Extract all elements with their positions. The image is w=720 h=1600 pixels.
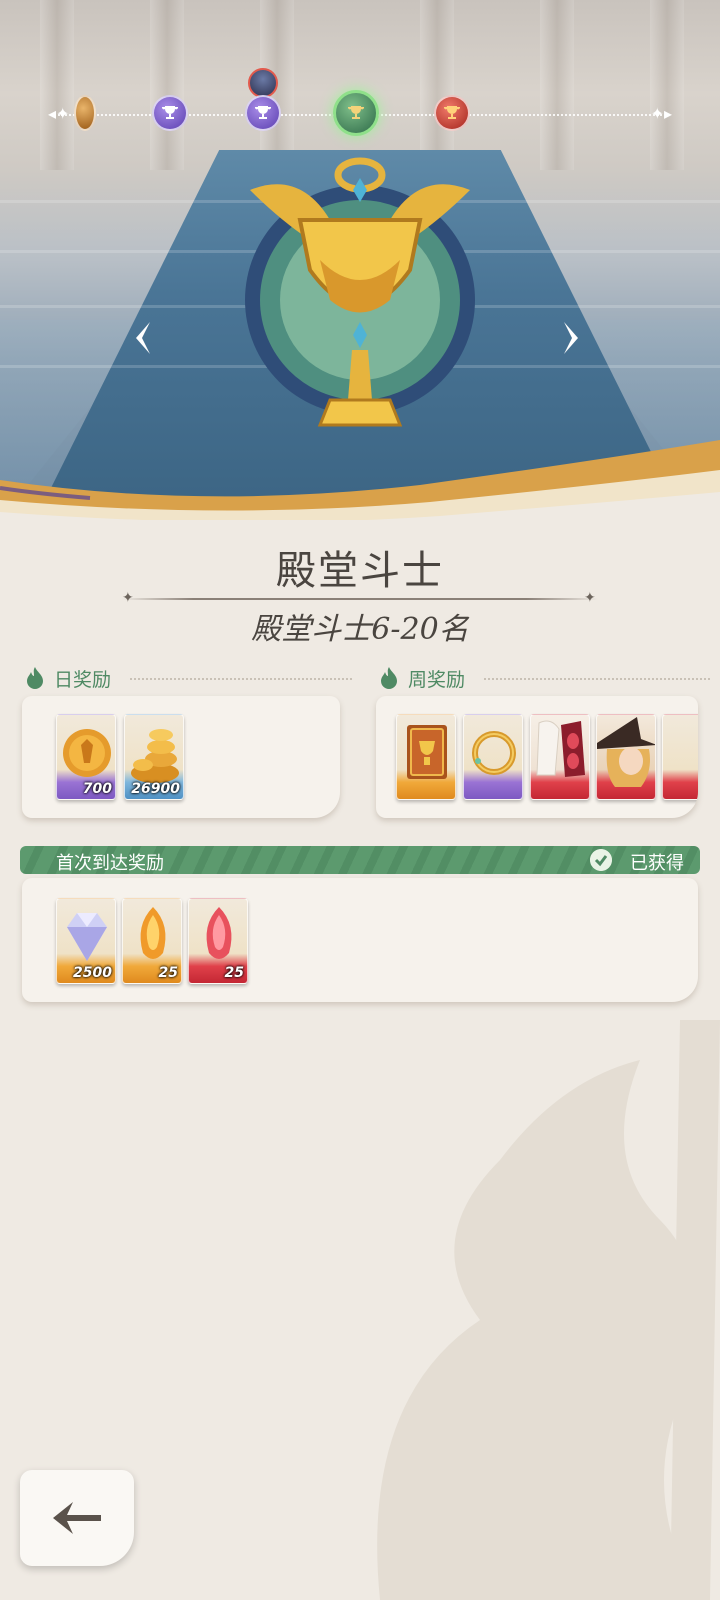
- golden-ring-icon: [472, 731, 516, 775]
- back-button[interactable]: [20, 1470, 134, 1566]
- track-right-end-icon: ✦▸: [650, 104, 672, 123]
- daily-reward-card: 700 26900: [22, 696, 340, 818]
- reward-item-weekly-5-partial[interactable]: [662, 714, 698, 800]
- reward-item-first-2[interactable]: 25: [122, 898, 182, 984]
- title-divider: [122, 598, 598, 600]
- reward-item-weekly-3[interactable]: [530, 714, 590, 800]
- prev-rank-arrow-icon[interactable]: [128, 318, 158, 358]
- reward-item-weekly-1[interactable]: [396, 714, 456, 800]
- first-reach-label: 首次到达奖励: [56, 853, 164, 874]
- rank-trophy-emblem: [245, 157, 475, 427]
- rank-node-purple-2[interactable]: [245, 95, 281, 131]
- reward-qty: 2500: [73, 965, 112, 981]
- trophy-icon: [255, 106, 271, 119]
- player-avatar: [248, 68, 278, 98]
- weekly-reward-header: 周奖励: [378, 664, 465, 692]
- trophy-book-icon: [407, 725, 447, 779]
- daily-reward-label: 日奖励: [54, 668, 112, 691]
- reward-qty: 25: [158, 965, 178, 981]
- reward-item-first-1[interactable]: 2500: [56, 898, 116, 984]
- weekly-reward-card[interactable]: [376, 696, 698, 818]
- reward-qty: 25: [224, 965, 244, 981]
- first-reach-card: 2500 25 25: [22, 878, 698, 1002]
- weekly-reward-label: 周奖励: [408, 668, 466, 691]
- trophy-icon: [348, 106, 364, 119]
- reward-item-first-3[interactable]: 25: [188, 898, 248, 984]
- claimed-status: 已获得: [630, 853, 684, 874]
- rank-node-bronze[interactable]: [74, 95, 96, 131]
- reward-item-weekly-4[interactable]: [596, 714, 656, 800]
- rank-track: ◂✦ ✦▸: [48, 68, 672, 136]
- rank-subtitle: 殿堂斗士6-20名: [251, 612, 469, 647]
- rank-node-selected[interactable]: [333, 90, 379, 136]
- divider-wave: [0, 440, 720, 520]
- reward-item-daily-2[interactable]: 26900: [124, 714, 184, 800]
- reward-qty: 26900: [131, 781, 180, 797]
- reward-qty: 700: [82, 781, 112, 797]
- trophy-icon: [162, 106, 178, 119]
- flame-icon: [27, 667, 43, 689]
- rank-title: 殿堂斗士: [276, 548, 444, 594]
- arena-background: ◂✦ ✦▸: [0, 0, 720, 520]
- flame-icon: [381, 667, 397, 689]
- background-watermark: [377, 1020, 720, 1600]
- trophy-icon: [444, 106, 460, 119]
- back-arrow-icon: [53, 1502, 101, 1534]
- first-reach-bar: 首次到达奖励 已获得: [20, 846, 700, 874]
- daily-dots: [130, 678, 352, 680]
- next-rank-arrow-icon[interactable]: [556, 318, 586, 358]
- reward-item-daily-1[interactable]: 700: [56, 714, 116, 800]
- track-left-end-icon: ◂✦: [48, 104, 70, 123]
- check-icon: [590, 849, 612, 871]
- witch-portrait-icon: [597, 717, 655, 787]
- weekly-dots: [484, 678, 710, 680]
- daily-reward-header: 日奖励: [24, 664, 111, 692]
- rank-node-red[interactable]: [434, 95, 470, 131]
- reward-item-weekly-2[interactable]: [463, 714, 523, 800]
- rank-node-purple-1[interactable]: [152, 95, 188, 131]
- red-mask-outfit-icon: [536, 720, 585, 777]
